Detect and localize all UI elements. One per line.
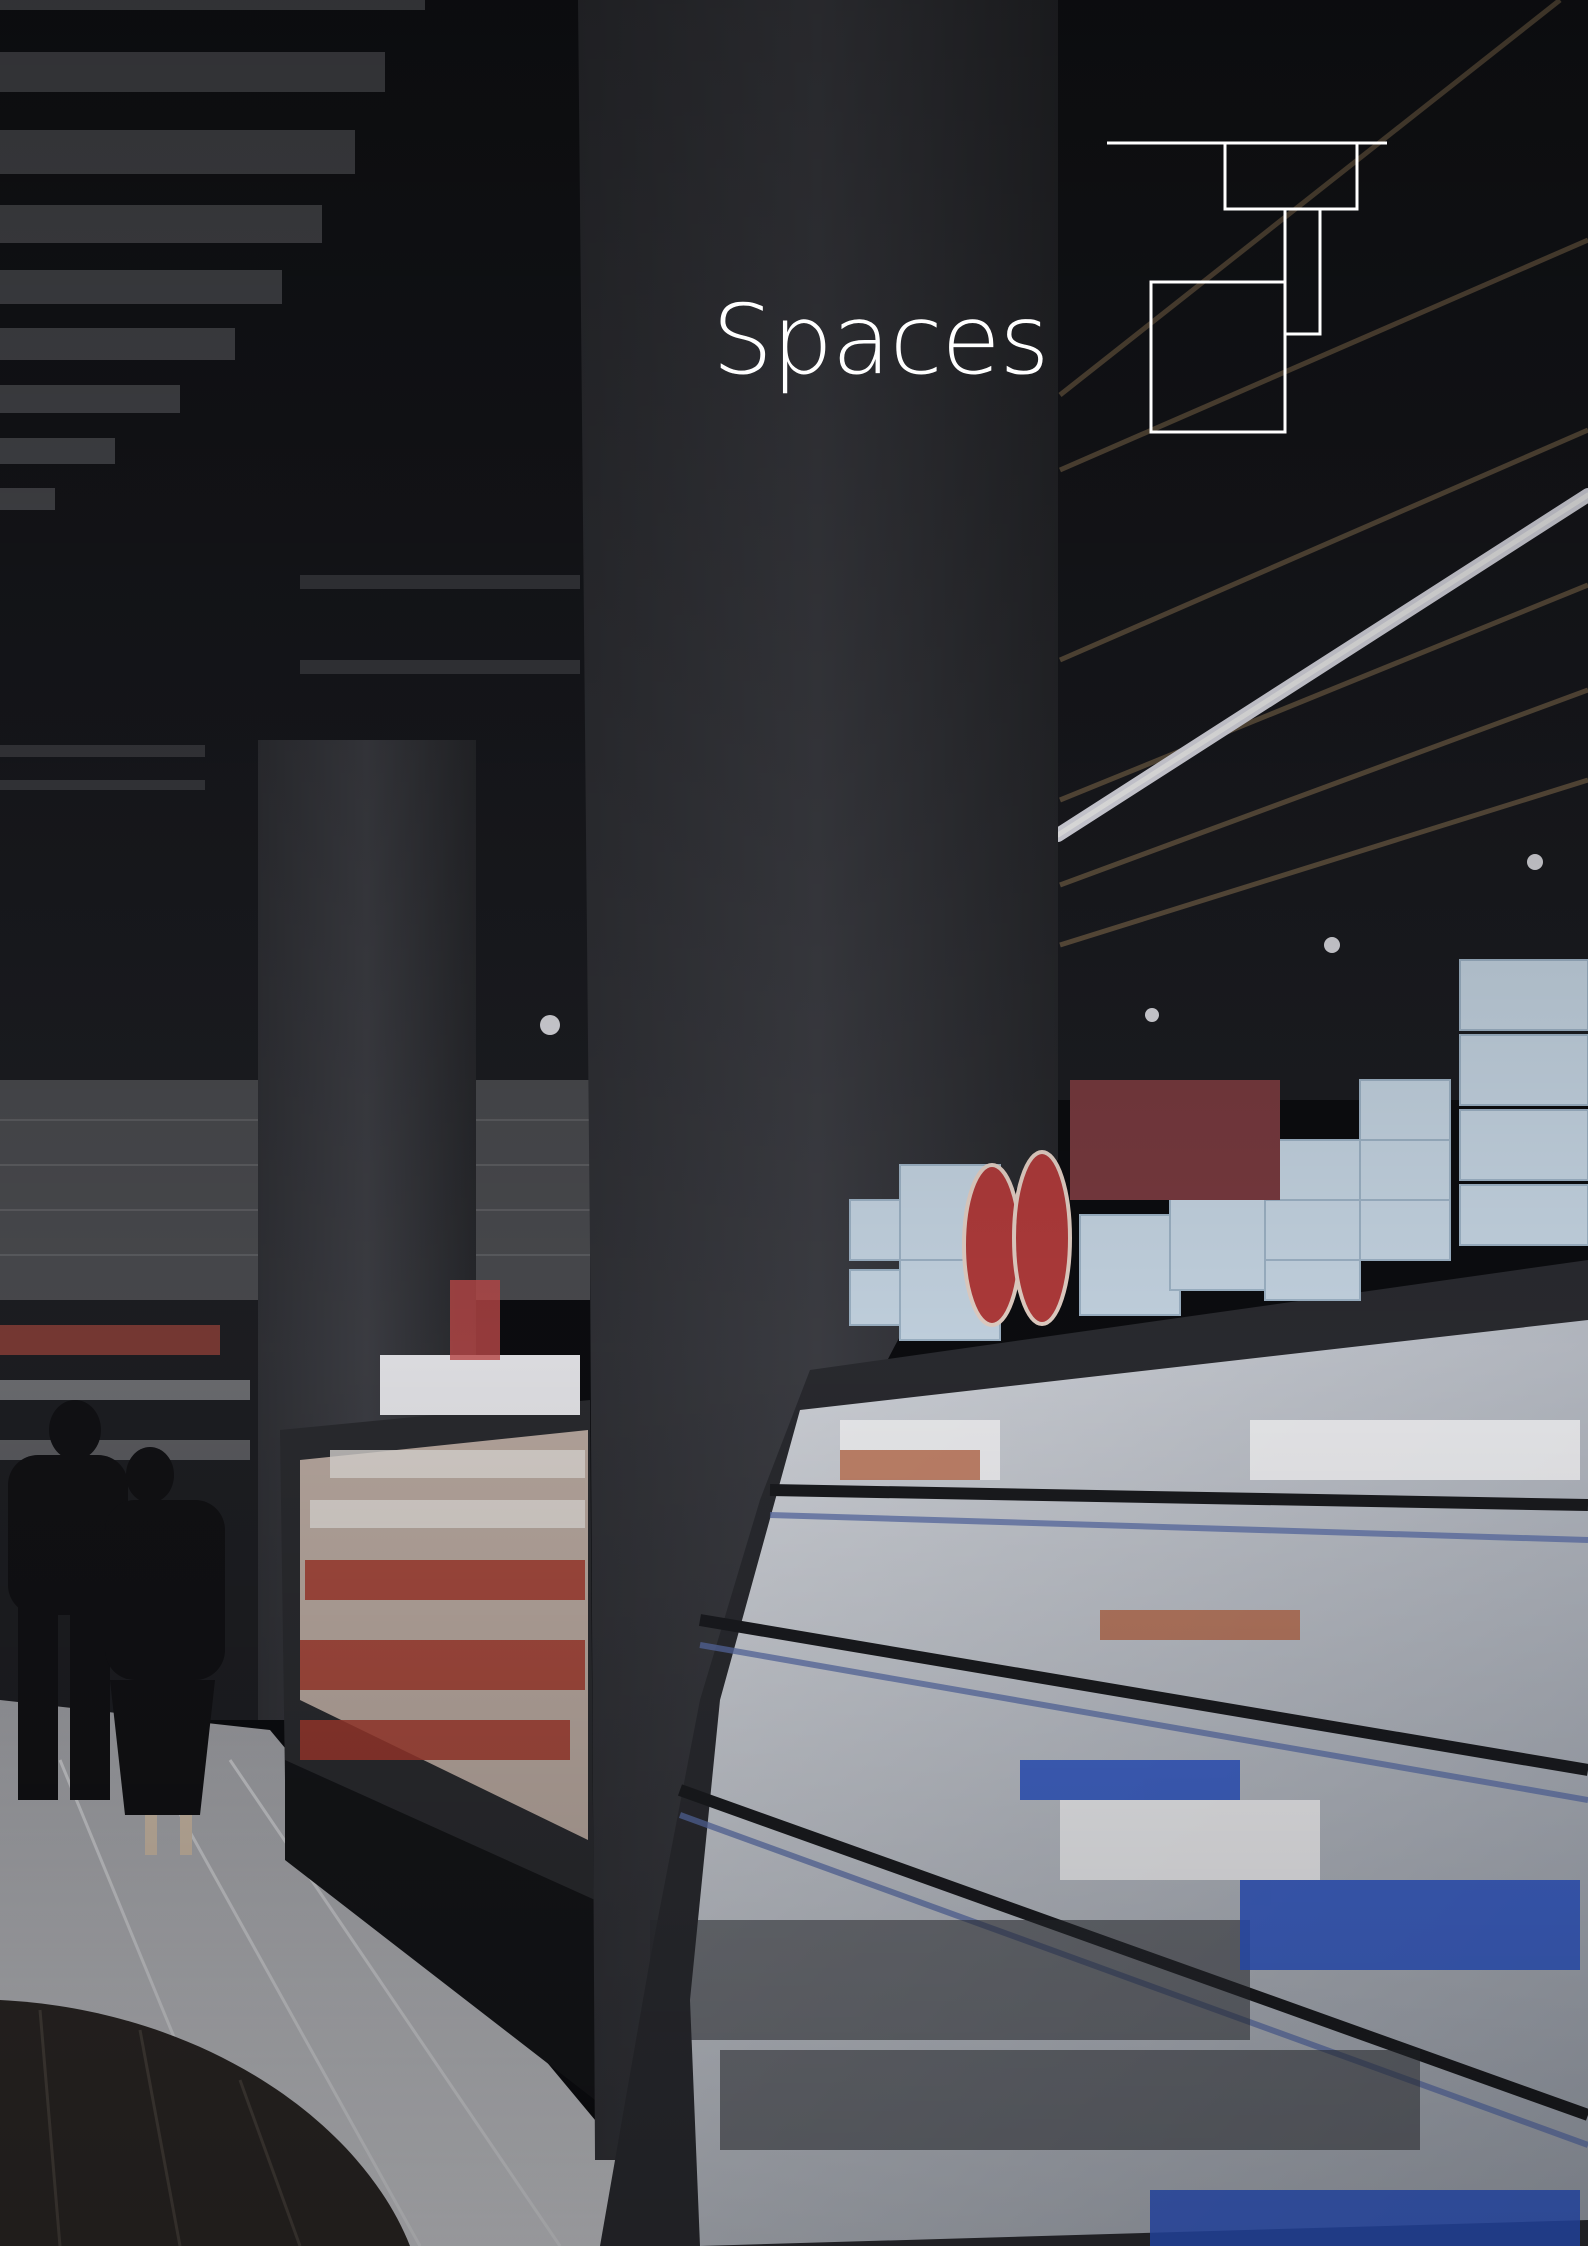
page-title: Spaces bbox=[712, 284, 1050, 396]
interlocking-squares-outline-icon bbox=[1107, 141, 1387, 434]
